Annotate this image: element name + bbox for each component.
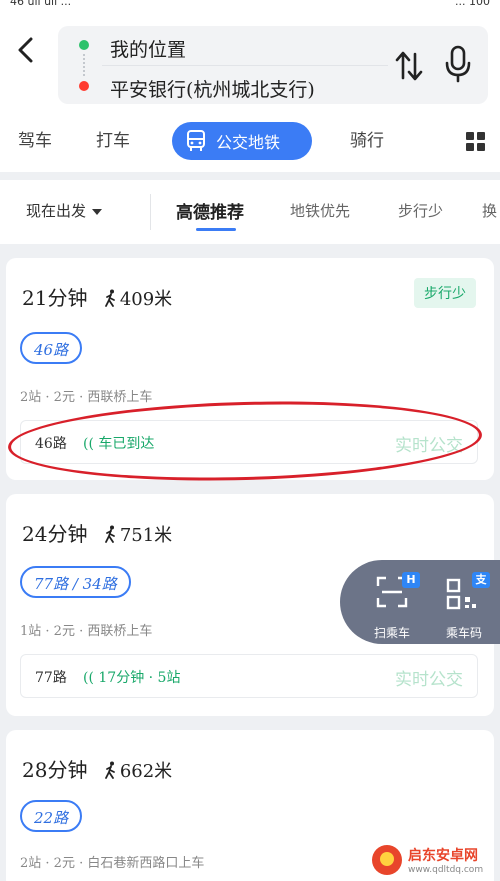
end-location-field[interactable]: 平安银行(杭州城北支行)	[58, 66, 388, 102]
filter-separator	[150, 194, 151, 230]
route-2-line-pill: 77路 / 34路	[20, 566, 131, 598]
route-1-duration: 21分钟	[22, 286, 88, 310]
watermark-logo-icon	[372, 844, 402, 875]
walking-person-icon	[104, 289, 115, 307]
route-1-summary: 21分钟 409米	[22, 282, 172, 311]
filter-fewer-transfers[interactable]: 换	[482, 200, 497, 221]
tab-bike[interactable]: 骑行	[350, 126, 384, 151]
route-input-box: 我的位置 平安银行(杭州城北支行)	[58, 26, 488, 104]
route-1-realtime-status: (( 车已到达	[83, 436, 155, 452]
start-location-field[interactable]: 我的位置	[58, 26, 388, 62]
status-bar: 46 ull ull ... ... 100	[0, 0, 500, 16]
less-walking-badge: 步行少	[414, 278, 476, 308]
depart-time-dropdown[interactable]: 现在出发	[26, 200, 103, 221]
swap-arrows-icon	[395, 51, 423, 81]
route-filter-bar: 现在出发 高德推荐 地铁优先 步行少 换	[0, 180, 500, 244]
filter-less-walking[interactable]: 步行少	[398, 200, 443, 221]
route-3-duration: 28分钟	[22, 758, 88, 782]
scan-to-ride-button[interactable]: H 扫乘车	[362, 572, 422, 642]
route-1-realtime-bar[interactable]: 46路 (( 车已到达 实时公交	[20, 420, 478, 464]
walking-person-icon	[104, 761, 115, 779]
watermark-title: 启东安卓网	[408, 847, 478, 864]
back-arrow-icon	[18, 37, 33, 63]
start-location-text: 我的位置	[110, 39, 187, 61]
watermark-url: www.qdltdq.com	[408, 864, 484, 875]
route-3-walk-distance: 662米	[119, 761, 173, 782]
route-1-walk-distance: 409米	[119, 289, 173, 310]
scan-to-ride-label: 扫乘车	[373, 626, 410, 640]
route-card-1[interactable]: 21分钟 409米 步行少 46路 2站 · 2元 · 西联桥上车 46路 ((…	[6, 258, 494, 480]
tab-taxi[interactable]: 打车	[96, 126, 130, 151]
status-left: 46 ull ull ...	[10, 0, 72, 8]
bus-icon	[187, 130, 205, 151]
end-location-text: 平安银行(杭州城北支行)	[110, 79, 315, 101]
status-right: ... 100	[455, 0, 490, 8]
travel-mode-tabs: 驾车 打车 公交地铁 骑行	[0, 112, 500, 172]
route-1-line-pill: 46路	[20, 332, 83, 364]
microphone-icon	[445, 45, 471, 83]
ride-code-button[interactable]: 支 乘车码	[434, 572, 494, 642]
filter-recommended[interactable]: 高德推荐	[176, 198, 244, 223]
route-2-info: 1站 · 2元 · 西联桥上车	[20, 624, 153, 639]
route-2-realtime-line: 77路	[35, 670, 67, 686]
route-2-duration: 24分钟	[22, 522, 88, 546]
filter-subway-first[interactable]: 地铁优先	[290, 200, 350, 221]
scan-tag: H	[402, 572, 420, 588]
route-2-realtime-bar[interactable]: 77路 (( 17分钟 · 5站 实时公交	[20, 654, 478, 698]
route-1-realtime-line: 46路	[35, 436, 67, 452]
ride-code-label: 乘车码	[445, 626, 482, 640]
tab-transit-label: 公交地铁	[216, 133, 281, 152]
route-2-summary: 24分钟 751米	[22, 518, 172, 547]
more-modes-grid-icon[interactable]	[466, 132, 486, 152]
site-watermark: 启东安卓网 www.qdltdq.com	[372, 838, 500, 881]
tab-transit[interactable]: 公交地铁	[172, 122, 312, 160]
route-1-realtime-link[interactable]: 实时公交	[395, 431, 463, 456]
route-3-info: 2站 · 2元 · 白石巷新西路口上车	[20, 856, 205, 871]
walking-person-icon	[104, 525, 115, 543]
caret-down-icon	[92, 209, 103, 215]
quick-actions-panel: H 扫乘车 支 乘车码	[340, 560, 500, 644]
voice-input-button[interactable]	[440, 44, 476, 84]
depart-time-label: 现在出发	[26, 202, 87, 220]
route-2-realtime-status: (( 17分钟 · 5站	[83, 670, 181, 686]
tab-drive[interactable]: 驾车	[18, 126, 52, 151]
swap-route-button[interactable]	[391, 48, 427, 84]
route-3-summary: 28分钟 662米	[22, 754, 172, 783]
route-header: 我的位置 平安银行(杭州城北支行)	[0, 16, 500, 112]
back-button[interactable]	[10, 34, 42, 66]
ride-code-tag: 支	[472, 572, 490, 588]
route-1-info: 2站 · 2元 · 西联桥上车	[20, 390, 153, 405]
route-2-realtime-link[interactable]: 实时公交	[395, 665, 463, 690]
route-2-walk-distance: 751米	[119, 525, 173, 546]
filter-active-underline	[196, 228, 236, 231]
route-3-line-pill: 22路	[20, 800, 83, 832]
